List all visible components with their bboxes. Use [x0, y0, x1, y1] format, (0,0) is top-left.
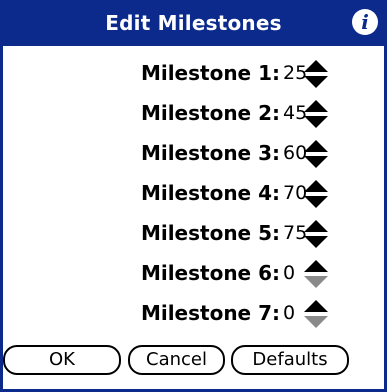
decrement-arrow-icon[interactable] [304, 116, 328, 128]
milestone-stepper[interactable] [302, 179, 330, 209]
title-bar: Edit Milestones i [3, 0, 384, 46]
button-bar: OK Cancel Defaults [3, 345, 384, 379]
milestone-row-5: Milestone 5: 75 [3, 215, 384, 255]
milestone-row-2: Milestone 2: 45 [3, 95, 384, 135]
stepper-arrows[interactable] [302, 259, 330, 289]
milestone-row-6: Milestone 6: 0 [3, 255, 384, 295]
milestone-list: Milestone 1: 25 Milestone 2: 45 Mileston… [3, 55, 384, 335]
increment-arrow-icon[interactable] [304, 180, 328, 192]
stepper-arrows[interactable] [302, 299, 330, 329]
decrement-arrow-icon[interactable] [304, 236, 328, 248]
milestone-label: Milestone 6: [140, 261, 280, 285]
milestone-stepper[interactable] [302, 59, 330, 89]
milestone-value: 0 [283, 302, 296, 324]
increment-arrow-icon[interactable] [304, 60, 328, 72]
increment-arrow-icon[interactable] [304, 300, 328, 312]
cancel-button[interactable]: Cancel [128, 345, 225, 375]
milestone-stepper[interactable] [302, 139, 330, 169]
decrement-arrow-icon[interactable] [304, 76, 328, 88]
ok-button[interactable]: OK [3, 345, 121, 375]
stepper-arrows[interactable] [302, 219, 330, 249]
info-icon[interactable]: i [352, 9, 378, 35]
decrement-arrow-icon[interactable] [304, 156, 328, 168]
decrement-arrow-icon [304, 276, 328, 288]
increment-arrow-icon[interactable] [304, 220, 328, 232]
decrement-arrow-icon [304, 316, 328, 328]
milestone-value: 0 [283, 262, 296, 284]
milestone-stepper[interactable] [302, 299, 330, 329]
milestone-label: Milestone 4: [140, 181, 280, 205]
increment-arrow-icon[interactable] [304, 140, 328, 152]
increment-arrow-icon[interactable] [304, 260, 328, 272]
stepper-arrows[interactable] [302, 179, 330, 209]
milestone-label: Milestone 2: [140, 101, 280, 125]
milestone-stepper[interactable] [302, 219, 330, 249]
stepper-arrows[interactable] [302, 139, 330, 169]
milestone-stepper[interactable] [302, 99, 330, 129]
milestone-label: Milestone 5: [140, 221, 280, 245]
defaults-button[interactable]: Defaults [231, 345, 349, 375]
milestone-row-4: Milestone 4: 70 [3, 175, 384, 215]
edit-milestones-dialog: Edit Milestones i Milestone 1: 25 Milest… [0, 0, 387, 392]
increment-arrow-icon[interactable] [304, 100, 328, 112]
milestone-label: Milestone 1: [140, 61, 280, 85]
milestone-label: Milestone 7: [140, 301, 280, 325]
milestone-stepper[interactable] [302, 259, 330, 289]
decrement-arrow-icon[interactable] [304, 196, 328, 208]
milestone-row-1: Milestone 1: 25 [3, 55, 384, 95]
milestone-label: Milestone 3: [140, 141, 280, 165]
stepper-arrows[interactable] [302, 99, 330, 129]
dialog-title: Edit Milestones [105, 11, 282, 35]
stepper-arrows[interactable] [302, 59, 330, 89]
milestone-row-3: Milestone 3: 60 [3, 135, 384, 175]
milestone-row-7: Milestone 7: 0 [3, 295, 384, 335]
